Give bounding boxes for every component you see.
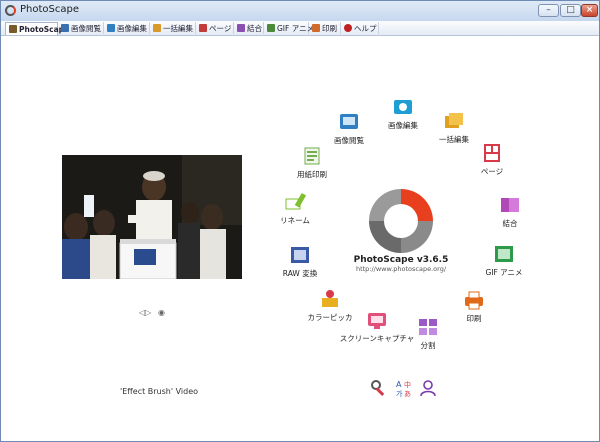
- tab-help[interactable]: ヘルプ: [341, 22, 379, 34]
- prev-next-control[interactable]: ◁▷: [139, 308, 151, 317]
- menu-label: リネーム: [280, 216, 310, 225]
- menu-page[interactable]: ページ: [464, 142, 520, 177]
- tab-viewer[interactable]: 画像閲覧: [58, 22, 104, 34]
- svg-text:가: 가: [396, 389, 403, 397]
- svg-text:あ: あ: [404, 390, 411, 397]
- menu-label: RAW 変換: [282, 269, 318, 278]
- user-icon[interactable]: [419, 379, 437, 397]
- minimize-button[interactable]: –: [538, 4, 559, 17]
- page-icon: [481, 142, 503, 164]
- gif-animation-icon: [493, 243, 515, 265]
- language-icon[interactable]: A 中가 あ: [395, 379, 413, 397]
- batch-editor-icon: [443, 110, 465, 132]
- maximize-button[interactable]: □: [560, 4, 581, 17]
- window-title: PhotoScape: [20, 4, 79, 15]
- svg-text:中: 中: [404, 380, 411, 389]
- menu-label: 画像編集: [388, 121, 418, 130]
- rename-icon: [284, 191, 307, 213]
- menu-label: GIF アニメ: [485, 268, 523, 277]
- menu-label: 用紙印刷: [297, 170, 327, 179]
- tab-batch[interactable]: 一括編集: [150, 22, 196, 34]
- print-tab-icon: [312, 24, 320, 32]
- help-tab-icon: [344, 24, 352, 32]
- video-caption[interactable]: 'Effect Brush' Video: [120, 387, 198, 396]
- menu-label: カラーピッカ: [307, 313, 353, 322]
- viewer-icon: [338, 111, 360, 133]
- tab-editor[interactable]: 画像編集: [104, 22, 150, 34]
- tab-page[interactable]: ページ: [196, 22, 234, 34]
- version-label: PhotoScape v3.6.5: [353, 255, 449, 265]
- menu-paper-print[interactable]: 用紙印刷: [284, 145, 340, 180]
- gif-tab-icon: [267, 24, 275, 32]
- tab-combine[interactable]: 結合: [234, 22, 264, 34]
- tab-label: ページ: [209, 23, 232, 33]
- view-control[interactable]: ◉: [158, 308, 165, 317]
- raw-converter-icon: [289, 244, 311, 266]
- screen-capture-icon: [366, 309, 388, 331]
- menu-label: ページ: [480, 167, 504, 176]
- photoscape-logo-icon[interactable]: [362, 183, 440, 259]
- combine-icon: [499, 194, 521, 216]
- combine-tab-icon: [237, 24, 245, 32]
- title-bar: PhotoScape – □ ×: [1, 1, 599, 22]
- tab-label: 画像閲覧: [71, 23, 101, 33]
- menu-combine[interactable]: 結合: [482, 194, 538, 229]
- menu-viewer[interactable]: 画像閲覧: [321, 111, 377, 146]
- editor-tab-icon: [107, 24, 115, 32]
- menu-batch-editor[interactable]: 一括編集: [426, 110, 482, 145]
- editor-icon: [392, 96, 414, 118]
- viewer-tab-icon: [61, 24, 69, 32]
- app-logo-icon: [5, 5, 16, 16]
- color-picker-icon: [319, 288, 341, 310]
- photoscape-tab-icon: [9, 25, 17, 33]
- tools-icon[interactable]: [370, 379, 388, 397]
- tab-photoscape[interactable]: PhotoScape: [5, 22, 69, 35]
- tab-label: ヘルプ: [354, 23, 377, 33]
- splitter-icon: [417, 316, 439, 338]
- menu-label: 結合: [502, 219, 518, 228]
- close-button[interactable]: ×: [581, 4, 598, 17]
- batch-tab-icon: [153, 24, 161, 32]
- tab-label: 一括編集: [163, 23, 193, 33]
- menu-rename[interactable]: リネーム: [267, 191, 323, 226]
- svg-text:A: A: [396, 380, 402, 389]
- menu-raw-converter[interactable]: RAW 変換: [272, 244, 328, 279]
- page-tab-icon: [199, 24, 207, 32]
- tab-print[interactable]: 印刷: [309, 22, 341, 34]
- menu-label: スクリーンキャプチャ: [339, 334, 415, 343]
- paper-print-icon: [301, 145, 323, 167]
- menu-gif-animation[interactable]: GIF アニメ: [476, 243, 532, 278]
- main-panel: ◁▷ ◉ 'Effect Brush' Video PhotoScape v3.…: [1, 36, 599, 441]
- tab-label: 印刷: [322, 23, 337, 33]
- app-window: PhotoScape – □ × PhotoScape 画像閲覧 画像編集 一括…: [0, 0, 600, 442]
- print-icon: [463, 289, 485, 311]
- menu-color-picker[interactable]: カラーピッカ: [302, 288, 358, 323]
- featured-photo[interactable]: [62, 155, 242, 279]
- tab-label: 画像編集: [117, 23, 147, 33]
- tab-bar: PhotoScape 画像閲覧 画像編集 一括編集 ページ 結合 GIF アニメ…: [1, 21, 599, 36]
- website-link[interactable]: http://www.photoscape.org/: [335, 265, 467, 273]
- menu-editor[interactable]: 画像編集: [375, 96, 431, 131]
- tab-label: 結合: [247, 23, 262, 33]
- tab-gif[interactable]: GIF アニメ: [264, 22, 314, 34]
